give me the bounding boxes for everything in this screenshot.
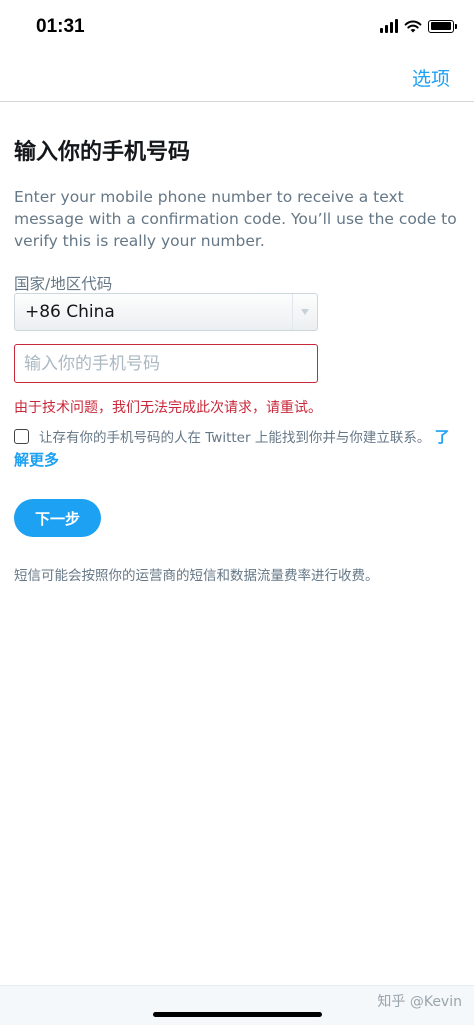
navigation-bar: 选项 bbox=[0, 56, 474, 102]
bottom-bar: 知乎 @Kevin bbox=[0, 985, 474, 1025]
country-code-value: +86 China bbox=[25, 302, 115, 322]
status-icons bbox=[380, 19, 457, 33]
page-title: 输入你的手机号码 bbox=[14, 140, 191, 165]
wifi-icon bbox=[404, 20, 422, 33]
battery-icon bbox=[428, 19, 457, 33]
country-code-select[interactable]: +86 China bbox=[14, 293, 318, 331]
status-bar: 01:31 bbox=[0, 0, 474, 56]
next-button[interactable]: 下一步 bbox=[14, 499, 101, 537]
error-message: 由于技术问题，我们无法完成此次请求，请重试。 bbox=[14, 400, 322, 416]
status-time: 01:31 bbox=[36, 16, 85, 37]
instructions-text: Enter your mobile phone number to receiv… bbox=[14, 188, 457, 250]
sms-fee-note: 短信可能会按照你的运营商的短信和数据流量费率进行收费。 bbox=[14, 568, 379, 584]
home-indicator[interactable] bbox=[153, 1012, 322, 1017]
watermark: 知乎 @Kevin bbox=[377, 994, 462, 1010]
options-button[interactable]: 选项 bbox=[412, 64, 450, 91]
chevron-down-icon bbox=[301, 309, 309, 315]
select-arrow-area bbox=[292, 294, 317, 330]
discoverability-checkbox[interactable] bbox=[14, 428, 29, 444]
cellular-signal-icon bbox=[380, 19, 398, 33]
discoverability-option: 让存有你的手机号码的人在 Twitter 上能找到你并与你建立联系。 了解更多 bbox=[14, 426, 458, 472]
screen: 01:31 选项 输入你的手机号码 Enter your mobile phon… bbox=[0, 0, 474, 1025]
country-code-label: 国家/地区代码 bbox=[14, 275, 113, 293]
phone-number-input[interactable] bbox=[14, 344, 318, 383]
discoverability-text: 让存有你的手机号码的人在 Twitter 上能找到你并与你建立联系。 bbox=[39, 430, 431, 446]
